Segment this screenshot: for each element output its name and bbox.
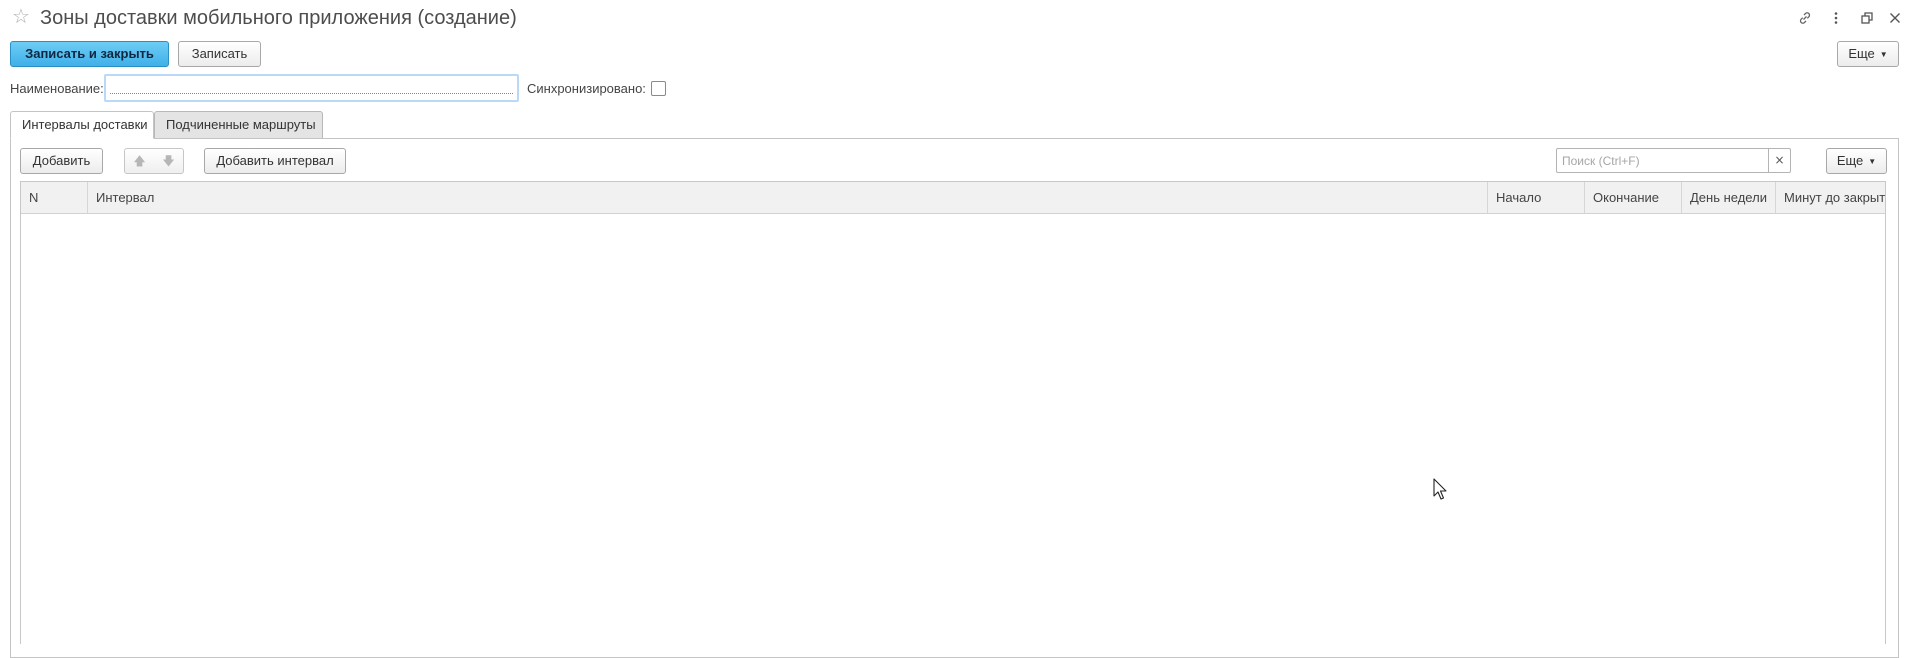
intervals-table[interactable]: N Интервал Начало Окончание День недели … <box>20 181 1886 644</box>
synced-label: Синхронизировано: <box>527 81 646 96</box>
search-box: × <box>1556 148 1791 173</box>
required-field-underline <box>110 93 513 94</box>
page-title: Зоны доставки мобильного приложения (соз… <box>40 7 517 29</box>
synced-checkbox[interactable] <box>651 81 666 96</box>
name-label: Наименование: <box>10 81 104 96</box>
column-header-start[interactable]: Начало <box>1488 182 1585 213</box>
close-window-icon[interactable] <box>1884 7 1906 29</box>
favorite-star-icon[interactable]: ☆ <box>12 6 32 26</box>
dropdown-caret-icon: ▼ <box>1879 49 1888 59</box>
tab-subordinate-routes[interactable]: Подчиненные маршруты <box>154 111 323 139</box>
column-header-minutes-to-close[interactable]: Минут до закрытия <box>1776 182 1885 213</box>
clear-search-icon[interactable]: × <box>1768 149 1790 172</box>
move-buttons-group: 🡅 🡇 <box>124 148 184 174</box>
restore-window-icon[interactable] <box>1856 7 1878 29</box>
save-button[interactable]: Записать <box>178 41 261 67</box>
more-button[interactable]: Еще ▼ <box>1837 41 1899 67</box>
column-header-n[interactable]: N <box>21 182 88 213</box>
mouse-cursor-icon <box>1433 478 1447 500</box>
table-more-label: Еще <box>1836 153 1864 168</box>
name-input[interactable] <box>104 74 519 102</box>
add-button[interactable]: Добавить <box>20 148 103 174</box>
add-interval-button[interactable]: Добавить интервал <box>204 148 346 174</box>
link-icon[interactable] <box>1794 7 1816 29</box>
save-and-close-button[interactable]: Записать и закрыть <box>10 41 169 67</box>
column-header-end[interactable]: Окончание <box>1585 182 1682 213</box>
move-up-icon[interactable]: 🡅 <box>125 149 154 173</box>
search-input[interactable] <box>1558 150 1767 171</box>
move-down-icon[interactable]: 🡇 <box>154 149 183 173</box>
table-more-button[interactable]: Еще ▼ <box>1826 148 1887 174</box>
column-header-weekday[interactable]: День недели <box>1682 182 1776 213</box>
tab-delivery-intervals[interactable]: Интервалы доставки <box>10 111 154 139</box>
column-header-interval[interactable]: Интервал <box>88 182 1488 213</box>
dropdown-caret-icon: ▼ <box>1868 156 1877 166</box>
more-button-label: Еще <box>1848 46 1875 61</box>
more-vertical-icon[interactable] <box>1825 7 1847 29</box>
table-header: N Интервал Начало Окончание День недели … <box>21 182 1885 214</box>
